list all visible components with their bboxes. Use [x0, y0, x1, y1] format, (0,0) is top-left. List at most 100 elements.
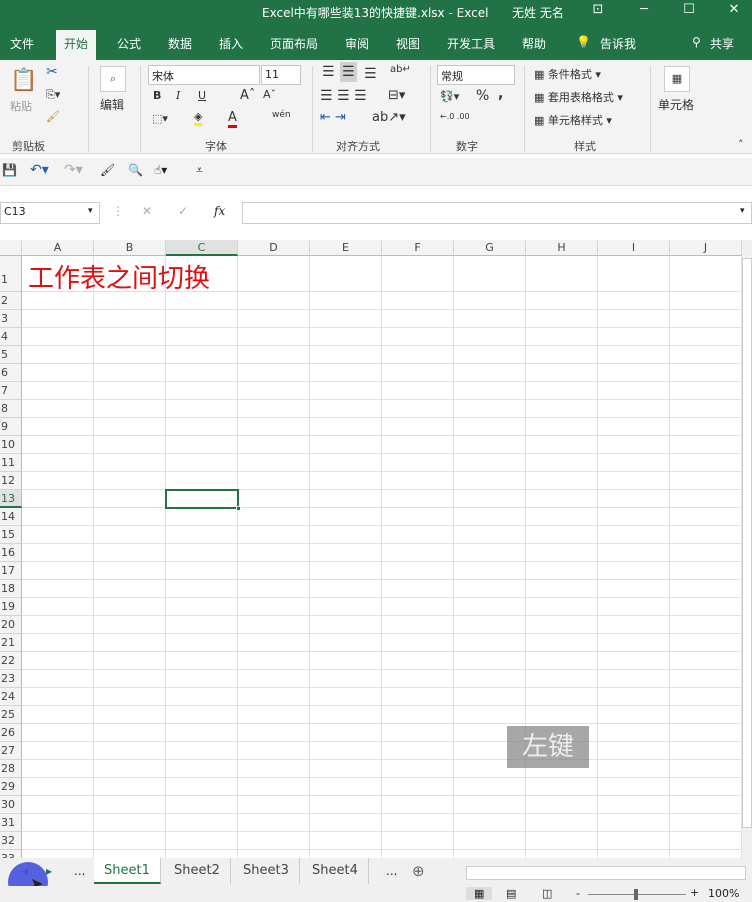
row-header-11[interactable]: 11 — [0, 454, 22, 472]
align-middle-icon[interactable]: ☰ — [340, 62, 357, 82]
cell-J11[interactable] — [670, 454, 742, 472]
cell-G31[interactable] — [454, 814, 526, 832]
cell-I29[interactable] — [598, 778, 670, 796]
cell-I28[interactable] — [598, 760, 670, 778]
phonetic-icon[interactable]: wén — [272, 110, 291, 120]
row-header-12[interactable]: 12 — [0, 472, 22, 490]
align-left-icon[interactable]: ☰ ☰ ☰ — [320, 88, 367, 104]
cell-J4[interactable] — [670, 328, 742, 346]
cell-J30[interactable] — [670, 796, 742, 814]
search-icon[interactable]: ⌕ — [100, 66, 126, 92]
cell-A8[interactable] — [22, 400, 94, 418]
cell-F25[interactable] — [382, 706, 454, 724]
cell-I8[interactable] — [598, 400, 670, 418]
cell-G1[interactable] — [454, 256, 526, 292]
cell-D15[interactable] — [238, 526, 310, 544]
row-header-3[interactable]: 3 — [0, 310, 22, 328]
cell-A29[interactable] — [22, 778, 94, 796]
cell-A18[interactable] — [22, 580, 94, 598]
tab-help[interactable]: 帮助 — [522, 35, 546, 52]
cell-H1[interactable] — [526, 256, 598, 292]
cell-D19[interactable] — [238, 598, 310, 616]
cell-B33[interactable] — [94, 850, 166, 858]
cell-C33[interactable] — [166, 850, 238, 858]
cell-G8[interactable] — [454, 400, 526, 418]
cell-G9[interactable] — [454, 418, 526, 436]
orientation-icon[interactable]: ab↗▾ — [372, 110, 406, 125]
cell-D11[interactable] — [238, 454, 310, 472]
cell-J2[interactable] — [670, 292, 742, 310]
font-size-select[interactable]: 11 — [261, 65, 301, 85]
cell-F24[interactable] — [382, 688, 454, 706]
cell-H2[interactable] — [526, 292, 598, 310]
cell-H18[interactable] — [526, 580, 598, 598]
cell-styles-button[interactable]: ▦ 单元格样式 ▾ — [534, 112, 612, 128]
cell-I3[interactable] — [598, 310, 670, 328]
expand-formula-icon[interactable]: ▾ — [740, 206, 745, 216]
cell-J5[interactable] — [670, 346, 742, 364]
cell-F26[interactable] — [382, 724, 454, 742]
normal-view-icon[interactable]: ▦ — [466, 887, 493, 900]
cell-J9[interactable] — [670, 418, 742, 436]
tab-home[interactable]: 开始 — [56, 30, 97, 60]
cell-C29[interactable] — [166, 778, 238, 796]
cell-D13[interactable] — [238, 490, 310, 508]
cell-E13[interactable] — [310, 490, 382, 508]
cell-H21[interactable] — [526, 634, 598, 652]
cell-J1[interactable] — [670, 256, 742, 292]
cell-D28[interactable] — [238, 760, 310, 778]
column-header-G[interactable]: G — [454, 240, 526, 256]
cell-C25[interactable] — [166, 706, 238, 724]
cell-I10[interactable] — [598, 436, 670, 454]
cell-J20[interactable] — [670, 616, 742, 634]
border-icon[interactable]: ⬚▾ — [152, 112, 168, 125]
tell-me-button[interactable]: 告诉我 — [600, 35, 636, 52]
cell-B14[interactable] — [94, 508, 166, 526]
cell-C23[interactable] — [166, 670, 238, 688]
cell-A11[interactable] — [22, 454, 94, 472]
cell-G16[interactable] — [454, 544, 526, 562]
cell-H17[interactable] — [526, 562, 598, 580]
cell-G5[interactable] — [454, 346, 526, 364]
cell-E27[interactable] — [310, 742, 382, 760]
cell-C20[interactable] — [166, 616, 238, 634]
cell-A24[interactable] — [22, 688, 94, 706]
add-sheet-icon[interactable]: ⊕ — [412, 862, 425, 880]
cell-J14[interactable] — [670, 508, 742, 526]
cell-B7[interactable] — [94, 382, 166, 400]
page-layout-view-icon[interactable]: ▤ — [506, 887, 516, 900]
scroll-thumb[interactable] — [742, 258, 752, 828]
cell-D10[interactable] — [238, 436, 310, 454]
cell-E12[interactable] — [310, 472, 382, 490]
cell-D6[interactable] — [238, 364, 310, 382]
cell-A26[interactable] — [22, 724, 94, 742]
row-header-13[interactable]: 13 — [0, 490, 22, 508]
merge-center-icon[interactable]: ⊟▾ — [388, 88, 405, 103]
zoom-in-icon[interactable]: + — [690, 886, 699, 899]
cell-A25[interactable] — [22, 706, 94, 724]
cell-H8[interactable] — [526, 400, 598, 418]
cell-G25[interactable] — [454, 706, 526, 724]
cell-B19[interactable] — [94, 598, 166, 616]
cell-A21[interactable] — [22, 634, 94, 652]
cell-F5[interactable] — [382, 346, 454, 364]
cell-A3[interactable] — [22, 310, 94, 328]
cell-E24[interactable] — [310, 688, 382, 706]
cell-F21[interactable] — [382, 634, 454, 652]
cell-F9[interactable] — [382, 418, 454, 436]
cell-J12[interactable] — [670, 472, 742, 490]
maximize-button[interactable]: ☐ — [679, 2, 699, 17]
cell-D30[interactable] — [238, 796, 310, 814]
cell-B22[interactable] — [94, 652, 166, 670]
cell-D17[interactable] — [238, 562, 310, 580]
row-header-33[interactable]: 33 — [0, 850, 22, 858]
column-header-B[interactable]: B — [94, 240, 166, 256]
row-header-14[interactable]: 14 — [0, 508, 22, 526]
cell-H13[interactable] — [526, 490, 598, 508]
cell-D23[interactable] — [238, 670, 310, 688]
cell-I19[interactable] — [598, 598, 670, 616]
cell-B15[interactable] — [94, 526, 166, 544]
select-all-corner[interactable] — [0, 240, 22, 256]
cell-I20[interactable] — [598, 616, 670, 634]
cell-F30[interactable] — [382, 796, 454, 814]
